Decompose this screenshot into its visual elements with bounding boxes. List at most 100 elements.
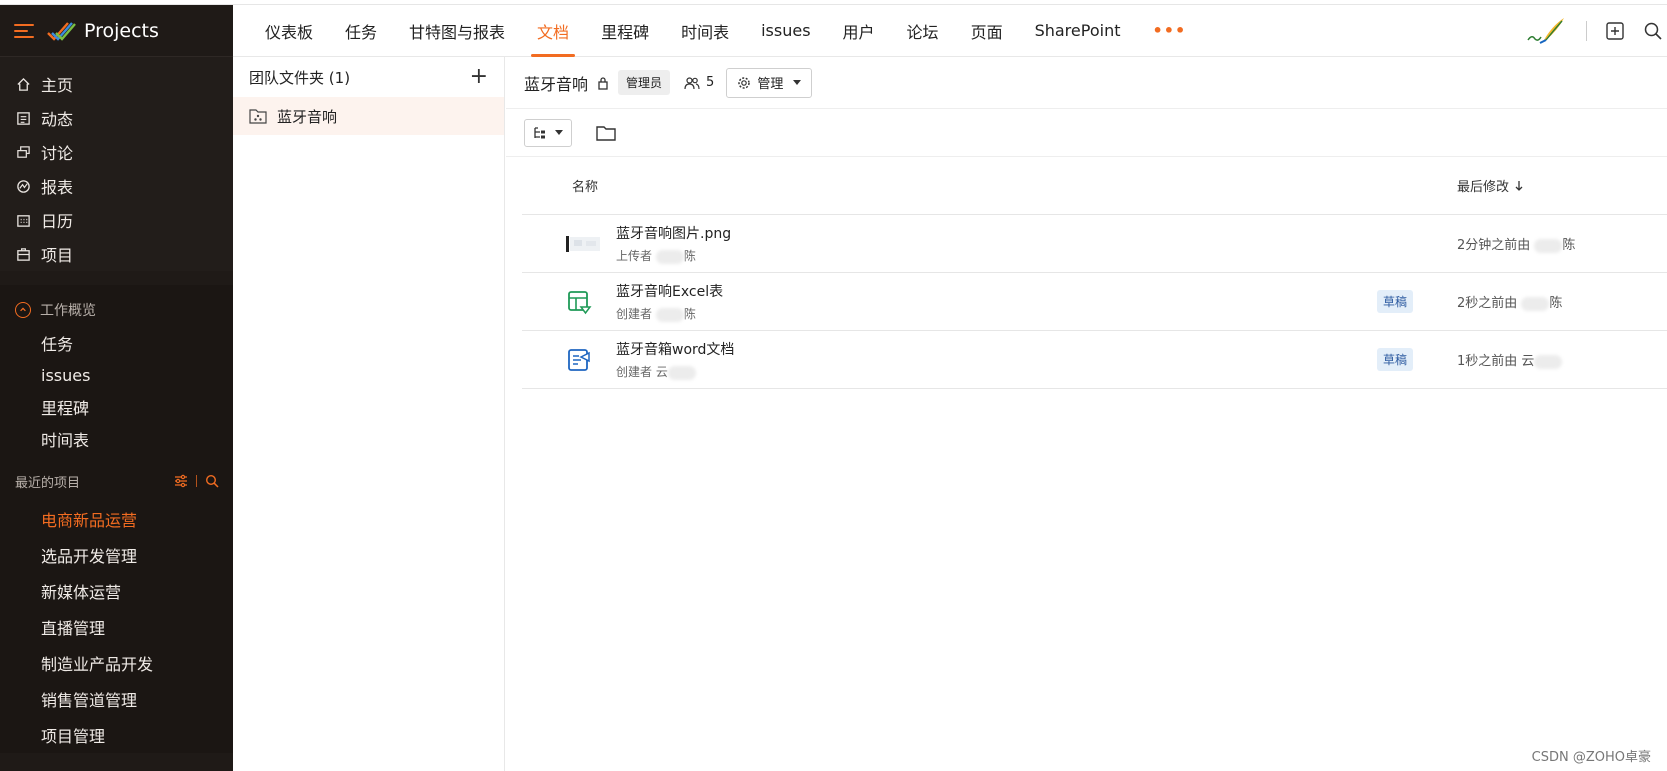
sidebar-nav: 主页 动态 讨论 报表 日历 项目 [0, 57, 233, 271]
recent-project-item[interactable]: 销售管道管理 [0, 681, 233, 717]
recent-project-item[interactable]: 电商新品运营 [0, 501, 233, 537]
redacted-name [655, 249, 684, 264]
top-right-tools [1526, 5, 1667, 56]
divider [1586, 20, 1587, 41]
folder-icon[interactable] [596, 124, 616, 142]
image-file-icon [566, 234, 616, 254]
home-icon [15, 76, 31, 92]
document-name[interactable]: 蓝牙音响图片.png [616, 223, 1457, 243]
table-row[interactable]: 蓝牙音箱word文档 创建者 云 草稿 1秒之前由 云 [522, 331, 1667, 389]
status-badge: 草稿 [1376, 348, 1413, 371]
top-nav-bar: 仪表板 任务 甘特图与报表 文档 里程碑 时间表 issues 用户 论坛 页面… [233, 5, 1667, 57]
chevron-up-icon [15, 302, 31, 318]
tab-pages[interactable]: 页面 [955, 5, 1019, 56]
projects-icon [15, 246, 31, 262]
sidebar-item-projects[interactable]: 项目 [0, 237, 233, 271]
column-modified[interactable]: 最后修改 [1457, 176, 1667, 195]
work-overview-header[interactable]: 工作概览 [0, 293, 233, 327]
documents-toolbar [506, 109, 1667, 157]
tab-gantt-reports[interactable]: 甘特图与报表 [393, 5, 521, 56]
caret-down-icon [793, 80, 802, 85]
tree-view-icon [534, 126, 545, 138]
recent-project-item[interactable]: 制造业产品开发 [0, 645, 233, 681]
team-folders-header: 团队文件夹 (1) + [233, 57, 504, 97]
overview-item-milestones[interactable]: 里程碑 [0, 391, 233, 423]
work-overview-title: 工作概览 [40, 303, 96, 319]
zoho-projects-logo-icon [47, 21, 76, 41]
feather-icon[interactable] [1526, 16, 1566, 46]
documents-table: 名称 最后修改 蓝牙音响图片.png 上传者 陈 2分钟之前由 陈 蓝牙音响Ex… [522, 157, 1667, 389]
tab-users[interactable]: 用户 [827, 5, 891, 56]
search-icon[interactable] [205, 474, 219, 488]
tab-forum[interactable]: 论坛 [891, 5, 955, 56]
recent-project-item[interactable]: 项目管理 [0, 717, 233, 753]
folder-item[interactable]: 蓝牙音响 [233, 97, 504, 135]
sidebar-item-calendar[interactable]: 日历 [0, 203, 233, 237]
overview-item-timesheet[interactable]: 时间表 [0, 423, 233, 455]
sidebar-header: Projects [0, 5, 233, 57]
sidebar-item-home[interactable]: 主页 [0, 67, 233, 101]
module-tabs: 仪表板 任务 甘特图与报表 文档 里程碑 时间表 issues 用户 论坛 页面… [233, 5, 1202, 57]
team-folder-icon [249, 109, 267, 124]
reports-icon [15, 178, 31, 194]
manage-label: 管理 [757, 77, 784, 92]
members-count[interactable]: 5 [684, 75, 714, 90]
recent-project-item[interactable]: 直播管理 [0, 609, 233, 645]
lock-icon [598, 76, 608, 90]
redacted-name [655, 307, 684, 322]
document-owner: 上传者 陈 [616, 249, 696, 264]
table-header: 名称 最后修改 [522, 157, 1667, 215]
feed-icon [15, 110, 31, 126]
redacted-name [1534, 238, 1563, 253]
table-row[interactable]: 蓝牙音响Excel表 创建者 陈 草稿 2秒之前由 陈 [522, 273, 1667, 331]
sidebar: Projects 主页 动态 讨论 报表 日历 项目 工作概览 任务 issue… [0, 5, 233, 771]
team-folders-title: 团队文件夹 (1) [249, 68, 351, 87]
folders-panel: 团队文件夹 (1) + 蓝牙音响 [233, 57, 505, 771]
role-badge: 管理员 [618, 70, 671, 95]
tab-dashboard[interactable]: 仪表板 [249, 5, 329, 56]
column-name[interactable]: 名称 [522, 176, 1457, 195]
tab-timesheet[interactable]: 时间表 [665, 5, 745, 56]
sort-desc-icon [1515, 180, 1523, 191]
overview-item-issues[interactable]: issues [0, 359, 233, 391]
document-owner: 创建者 云 [616, 363, 1377, 380]
folder-label: 蓝牙音响 [277, 107, 338, 126]
tab-issues[interactable]: issues [745, 5, 826, 56]
view-switch-dropdown[interactable] [524, 118, 572, 147]
document-info: 蓝牙音响图片.png 上传者 陈 [616, 223, 1457, 264]
users-icon [684, 76, 700, 89]
table-row[interactable]: 蓝牙音响图片.png 上传者 陈 2分钟之前由 陈 [522, 215, 1667, 273]
filter-icon[interactable] [174, 474, 188, 488]
recent-projects-header: 最近的项目 [0, 461, 233, 501]
add-icon[interactable] [1605, 21, 1625, 41]
tab-documents[interactable]: 文档 [521, 5, 585, 57]
sidebar-item-reports[interactable]: 报表 [0, 169, 233, 203]
work-overview-section: 工作概览 任务 issues 里程碑 时间表 最近的项目 电商新品运营 选品开发… [0, 285, 233, 753]
sidebar-item-discussion[interactable]: 讨论 [0, 135, 233, 169]
tab-sharepoint[interactable]: SharePoint [1019, 5, 1137, 56]
document-name[interactable]: 蓝牙音响Excel表 [616, 281, 1377, 301]
overview-item-tasks[interactable]: 任务 [0, 327, 233, 359]
search-icon[interactable] [1643, 21, 1663, 41]
recent-tools [174, 474, 219, 488]
recent-project-item[interactable]: 新媒体运营 [0, 573, 233, 609]
sidebar-item-label: 项目 [41, 246, 74, 265]
more-tabs-button[interactable]: ••• [1136, 5, 1202, 56]
manage-dropdown[interactable]: 管理 [726, 67, 813, 98]
document-name[interactable]: 蓝牙音箱word文档 [616, 339, 1377, 359]
redacted-name [667, 365, 696, 380]
last-modified: 2秒之前由 陈 [1457, 296, 1563, 311]
divider [196, 475, 197, 487]
menu-icon[interactable] [14, 23, 34, 38]
tab-tasks[interactable]: 任务 [329, 5, 393, 56]
writer-file-icon [566, 347, 616, 373]
sidebar-item-feed[interactable]: 动态 [0, 101, 233, 135]
tab-milestones[interactable]: 里程碑 [585, 5, 665, 56]
add-folder-button[interactable]: + [470, 66, 488, 88]
gear-icon [738, 76, 751, 89]
spreadsheet-file-icon [566, 289, 616, 315]
document-owner: 创建者 陈 [616, 307, 696, 322]
last-modified: 1秒之前由 云 [1457, 350, 1667, 369]
discussion-icon [15, 144, 31, 160]
recent-project-item[interactable]: 选品开发管理 [0, 537, 233, 573]
